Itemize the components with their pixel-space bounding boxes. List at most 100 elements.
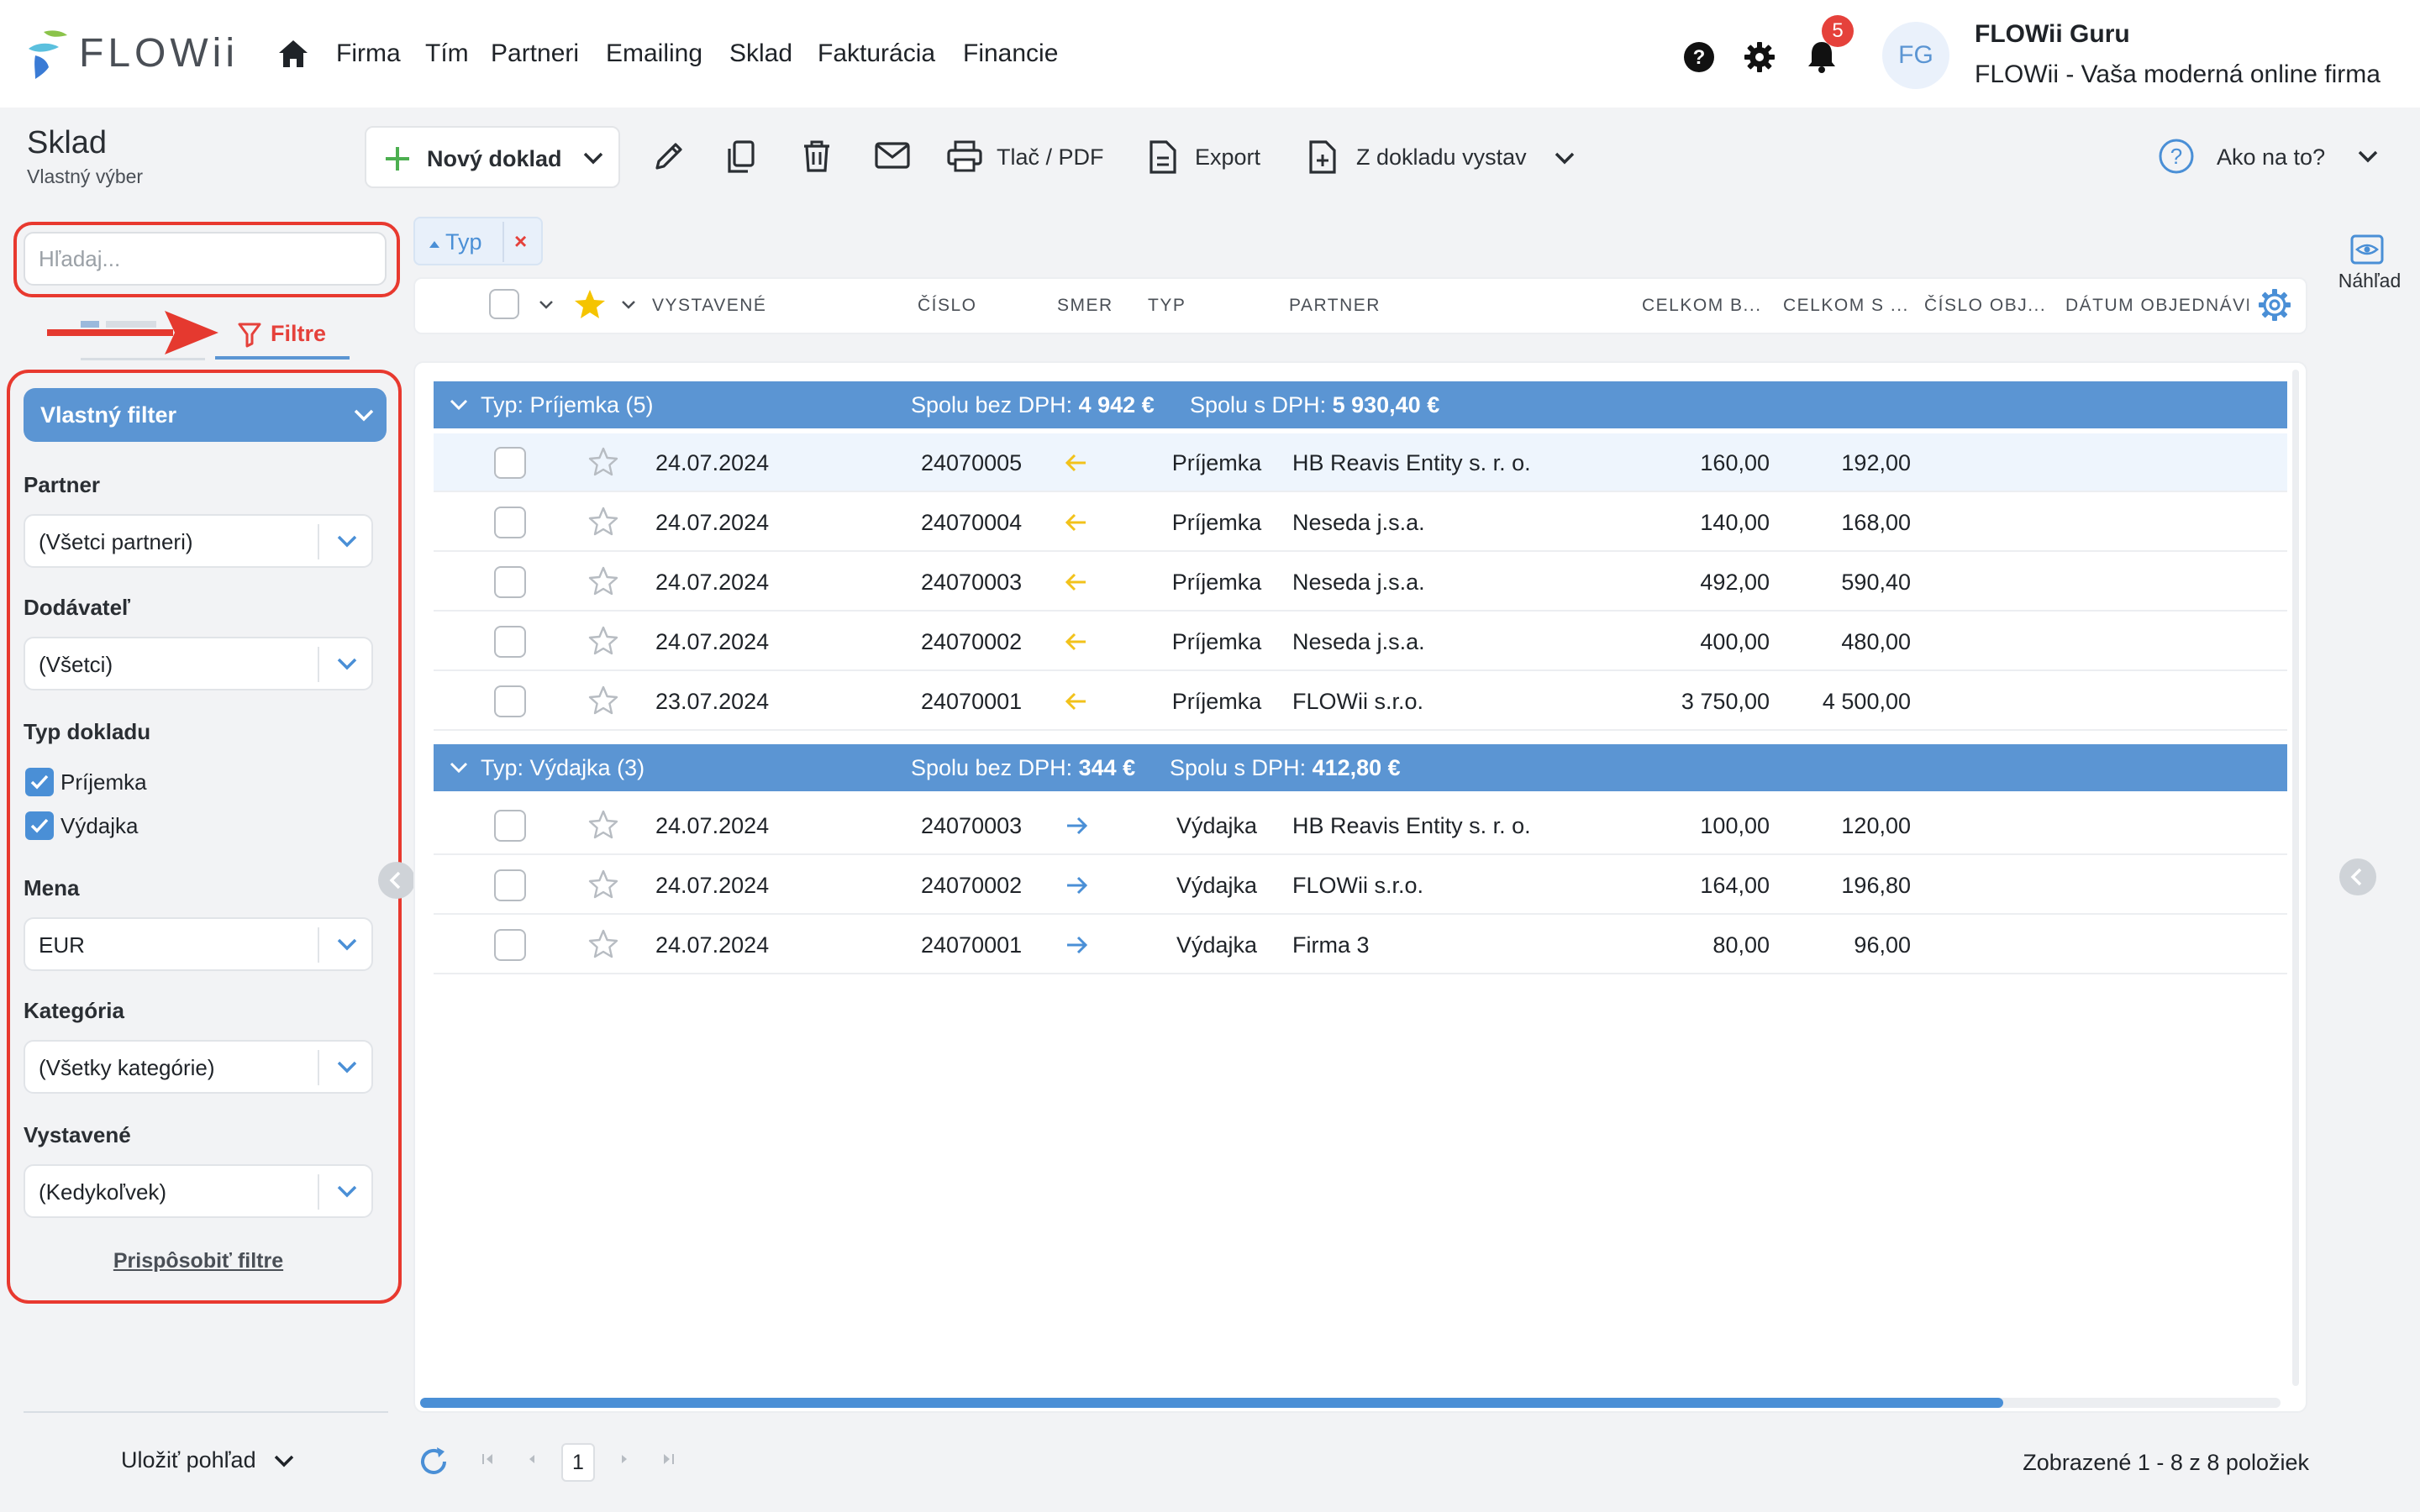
- question-circle-icon[interactable]: ?: [2158, 138, 2195, 175]
- row-checkbox[interactable]: [494, 869, 526, 901]
- favorite-star-icon[interactable]: [587, 624, 620, 658]
- checkbox-vydajka[interactable]: Výdajka: [24, 808, 276, 842]
- table-row[interactable]: 23.07.2024 24070001 Príjemka FLOWii s.r.o. 3…: [434, 672, 2287, 731]
- column-header-cislo[interactable]: Číslo: [918, 294, 977, 318]
- printer-icon[interactable]: [946, 139, 983, 173]
- preview-label[interactable]: Náhľad: [2329, 267, 2410, 294]
- cell-partner: Neseda j.s.a.: [1292, 510, 1425, 535]
- table-row[interactable]: 24.07.2024 24070003 Príjemka Neseda j.s.a. 4…: [434, 553, 2287, 612]
- export-button[interactable]: Export: [1195, 141, 1260, 173]
- favorite-star-icon[interactable]: [587, 445, 620, 479]
- first-page-icon[interactable]: [481, 1450, 496, 1468]
- row-checkbox[interactable]: [494, 447, 526, 479]
- print-pdf-button[interactable]: Tlač / PDF: [997, 141, 1104, 173]
- cell-date: 24.07.2024: [655, 570, 770, 595]
- trash-icon[interactable]: [802, 139, 832, 173]
- chevron-down-icon[interactable]: [538, 299, 555, 311]
- nav-item-fakturacia[interactable]: Fakturácia: [818, 37, 935, 71]
- table-row[interactable]: 24.07.2024 24070004 Príjemka Neseda j.s.a. 1…: [434, 493, 2287, 552]
- home-icon[interactable]: [277, 39, 309, 69]
- cell-total-gross: 168,00: [1841, 510, 1911, 535]
- new-from-document-button[interactable]: Z dokladu vystav: [1356, 141, 1527, 173]
- edit-pencil-icon[interactable]: [652, 139, 686, 173]
- cell-date: 24.07.2024: [655, 873, 770, 898]
- cell-partner: Neseda j.s.a.: [1292, 629, 1425, 654]
- nav-item-tim[interactable]: Tím: [425, 37, 469, 71]
- gear-icon[interactable]: [1743, 40, 1776, 74]
- column-header-partner[interactable]: Partner: [1289, 294, 1381, 318]
- custom-filter-dropdown[interactable]: Vlastný filter: [24, 388, 387, 442]
- tab-filters[interactable]: Filtre: [215, 312, 350, 360]
- column-header-celkom-s[interactable]: Celkom s ...: [1783, 294, 1909, 318]
- table-row[interactable]: 24.07.2024 24070002 Výdajka FLOWii s.r.o. 16…: [434, 856, 2287, 915]
- favorite-star-icon[interactable]: [587, 505, 620, 538]
- horizontal-scrollbar-thumb[interactable]: [420, 1398, 2003, 1408]
- group-by-chip[interactable]: Typ ×: [413, 217, 543, 265]
- next-page-icon[interactable]: [618, 1450, 630, 1468]
- category-select[interactable]: (Všetky kategórie): [24, 1040, 373, 1094]
- vertical-scrollbar[interactable]: [2292, 370, 2299, 1386]
- export-file-icon[interactable]: [1148, 139, 1178, 175]
- column-settings-gear-icon[interactable]: [2257, 287, 2292, 323]
- checkbox-prijemka[interactable]: Príjemka: [24, 764, 276, 798]
- supplier-select[interactable]: (Všetci): [24, 637, 373, 690]
- chevron-down-icon[interactable]: [1553, 148, 1576, 168]
- column-header-typ[interactable]: Typ: [1148, 294, 1186, 318]
- currency-select[interactable]: EUR: [24, 917, 373, 971]
- avatar[interactable]: FG: [1882, 22, 1949, 89]
- table-row[interactable]: 24.07.2024 24070003 Výdajka HB Reavis Entit…: [434, 796, 2287, 855]
- favorite-filter-star-icon[interactable]: [573, 287, 607, 321]
- how-to-link[interactable]: Ako na to?: [2217, 141, 2325, 173]
- copy-icon[interactable]: [724, 139, 758, 175]
- table-row[interactable]: 24.07.2024 24070005 Príjemka HB Reavis Enti…: [434, 433, 2287, 492]
- column-header-vystavene[interactable]: Vystavené: [652, 294, 766, 318]
- new-from-document-icon[interactable]: [1307, 139, 1338, 175]
- column-header-cislo-obj[interactable]: Číslo obj...: [1924, 294, 2046, 318]
- new-document-button[interactable]: Nový doklad: [365, 126, 620, 188]
- remove-group-button[interactable]: ×: [514, 227, 527, 255]
- cell-total-net: 492,00: [1700, 570, 1770, 595]
- refresh-icon[interactable]: [417, 1445, 450, 1478]
- row-checkbox[interactable]: [494, 626, 526, 658]
- save-view-button[interactable]: Uložiť pohľad: [118, 1443, 302, 1477]
- nav-item-emailing[interactable]: Emailing: [606, 37, 702, 71]
- search-input[interactable]: [24, 232, 387, 286]
- page-number-button[interactable]: 1: [561, 1443, 595, 1482]
- flowii-logo[interactable]: FLOWii: [25, 27, 244, 81]
- chevron-down-icon[interactable]: [2356, 146, 2380, 166]
- row-checkbox[interactable]: [494, 929, 526, 961]
- email-icon[interactable]: [874, 139, 911, 171]
- preview-eye-icon[interactable]: [2349, 234, 2385, 265]
- table-row[interactable]: 24.07.2024 24070001 Výdajka Firma 3 80,00 96,…: [434, 916, 2287, 974]
- favorite-star-icon[interactable]: [587, 927, 620, 961]
- customize-filters-link[interactable]: Prispôsobiť filtre: [0, 1247, 397, 1275]
- group-header-vydajka[interactable]: Typ: Výdajka (3) Spolu bez DPH: 344 € Sp…: [434, 744, 2287, 791]
- nav-item-sklad[interactable]: Sklad: [729, 37, 792, 71]
- row-checkbox[interactable]: [494, 685, 526, 717]
- column-header-smer[interactable]: Smer: [1057, 294, 1113, 318]
- issued-select[interactable]: (Kedykoľvek): [24, 1164, 373, 1218]
- favorite-star-icon[interactable]: [587, 868, 620, 901]
- right-panel-toggle-handle[interactable]: [2339, 858, 2376, 895]
- nav-item-partneri[interactable]: Partneri: [491, 37, 579, 71]
- arrow-left-icon: [1064, 452, 1089, 474]
- table-row[interactable]: 24.07.2024 24070002 Príjemka Neseda j.s.a. 4…: [434, 612, 2287, 671]
- row-checkbox[interactable]: [494, 810, 526, 842]
- nav-item-firma[interactable]: Firma: [336, 37, 401, 71]
- column-header-datum-objednavky[interactable]: Dátum objednávk: [2065, 294, 2249, 318]
- select-all-checkbox[interactable]: [489, 289, 519, 319]
- previous-page-icon[interactable]: [526, 1450, 538, 1468]
- help-icon[interactable]: ?: [1682, 40, 1716, 74]
- sidebar-collapse-handle[interactable]: [378, 862, 415, 899]
- group-header-prijemka[interactable]: Typ: Príjemka (5) Spolu bez DPH: 4 942 €…: [434, 381, 2287, 428]
- nav-item-financie[interactable]: Financie: [963, 37, 1058, 71]
- partner-select[interactable]: (Všetci partneri): [24, 514, 373, 568]
- chevron-down-icon[interactable]: [620, 299, 637, 311]
- favorite-star-icon[interactable]: [587, 684, 620, 717]
- last-page-icon[interactable]: [660, 1450, 676, 1468]
- row-checkbox[interactable]: [494, 566, 526, 598]
- row-checkbox[interactable]: [494, 507, 526, 538]
- favorite-star-icon[interactable]: [587, 808, 620, 842]
- column-header-celkom-bez[interactable]: Celkom b...: [1642, 294, 1762, 318]
- favorite-star-icon[interactable]: [587, 564, 620, 598]
